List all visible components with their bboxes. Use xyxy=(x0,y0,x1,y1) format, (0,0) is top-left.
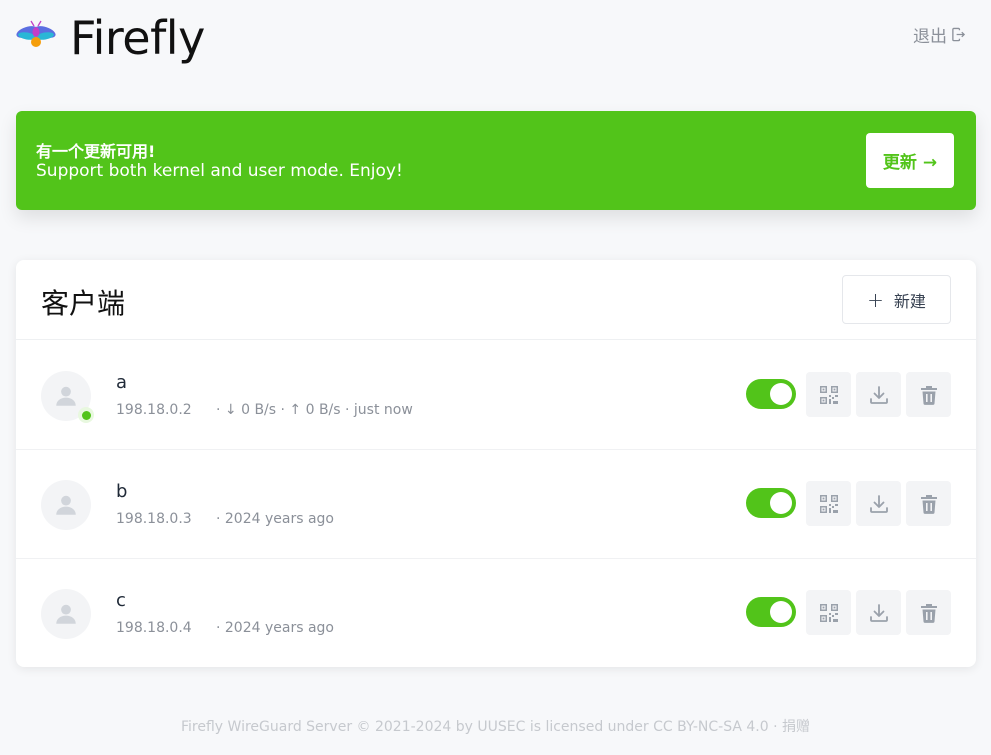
update-banner-description: Support both kernel and user mode. Enjoy… xyxy=(36,161,403,181)
client-meta: 198.18.0.3 · 2024 years ago xyxy=(116,511,334,527)
new-client-label: 新建 xyxy=(893,291,926,311)
user-avatar-icon xyxy=(56,386,76,406)
show-qr-button[interactable] xyxy=(806,372,851,417)
plus-icon: + xyxy=(867,287,884,312)
logout-button[interactable]: 退出 xyxy=(913,22,966,47)
trash-icon xyxy=(920,603,937,623)
client-row: b 198.18.0.3 · 2024 years ago xyxy=(16,450,976,559)
client-name: a xyxy=(116,372,128,393)
app-title: Firefly xyxy=(70,11,205,65)
client-ip: 198.18.0.3 xyxy=(116,511,192,527)
download-icon xyxy=(869,385,888,404)
clients-title: 客户端 xyxy=(41,287,126,320)
footer-text: Firefly WireGuard Server © 2021-2024 by … xyxy=(181,719,810,735)
qr-code-icon xyxy=(819,603,838,622)
clients-card-header: 客户端 + 新建 xyxy=(16,260,976,340)
trash-icon xyxy=(920,494,937,514)
update-banner: 有一个更新可用! Support both kernel and user mo… xyxy=(16,111,976,210)
download-config-button[interactable] xyxy=(856,372,901,417)
toggle-knob xyxy=(770,492,792,514)
client-row: a 198.18.0.2 · ↓ 0 B/s · ↑ 0 B/s · just … xyxy=(16,341,976,450)
client-status: · 2024 years ago xyxy=(216,620,334,636)
client-meta: 198.18.0.2 · ↓ 0 B/s · ↑ 0 B/s · just no… xyxy=(116,402,413,418)
logout-label: 退出 xyxy=(913,27,947,47)
delete-client-button[interactable] xyxy=(906,481,951,526)
user-avatar-icon xyxy=(56,604,76,624)
client-avatar xyxy=(41,589,91,639)
client-status: · 2024 years ago xyxy=(216,511,334,527)
header: Firefly 退出 xyxy=(0,0,991,80)
toggle-knob xyxy=(770,383,792,405)
download-config-button[interactable] xyxy=(856,481,901,526)
client-status: · ↓ 0 B/s · ↑ 0 B/s · just now xyxy=(216,402,413,418)
client-meta: 198.18.0.4 · 2024 years ago xyxy=(116,620,334,636)
online-indicator xyxy=(78,407,94,423)
clients-card: 客户端 + 新建 a 198.18.0.2 · ↓ 0 B/s · ↑ 0 B/… xyxy=(16,260,976,667)
firefly-logo-icon xyxy=(16,20,56,47)
client-name: b xyxy=(116,481,128,502)
client-ip: 198.18.0.4 xyxy=(116,620,192,636)
logout-icon xyxy=(952,27,966,42)
client-enable-toggle[interactable] xyxy=(746,597,796,627)
client-row: c 198.18.0.4 · 2024 years ago xyxy=(16,559,976,668)
update-banner-title: 有一个更新可用! xyxy=(36,142,156,161)
page: Firefly 退出 有一个更新可用! Support both kernel … xyxy=(0,0,991,755)
client-ip: 198.18.0.2 xyxy=(116,402,192,418)
client-name: c xyxy=(116,590,126,611)
qr-code-icon xyxy=(819,494,838,513)
client-enable-toggle[interactable] xyxy=(746,488,796,518)
client-enable-toggle[interactable] xyxy=(746,379,796,409)
new-client-button[interactable]: + 新建 xyxy=(842,275,951,324)
delete-client-button[interactable] xyxy=(906,590,951,635)
show-qr-button[interactable] xyxy=(806,590,851,635)
update-button[interactable]: 更新 → xyxy=(866,133,954,188)
download-icon xyxy=(869,494,888,513)
user-avatar-icon xyxy=(56,495,76,515)
download-config-button[interactable] xyxy=(856,590,901,635)
delete-client-button[interactable] xyxy=(906,372,951,417)
qr-code-icon xyxy=(819,385,838,404)
toggle-knob xyxy=(770,601,792,623)
trash-icon xyxy=(920,385,937,405)
show-qr-button[interactable] xyxy=(806,481,851,526)
download-icon xyxy=(869,603,888,622)
client-avatar xyxy=(41,480,91,530)
